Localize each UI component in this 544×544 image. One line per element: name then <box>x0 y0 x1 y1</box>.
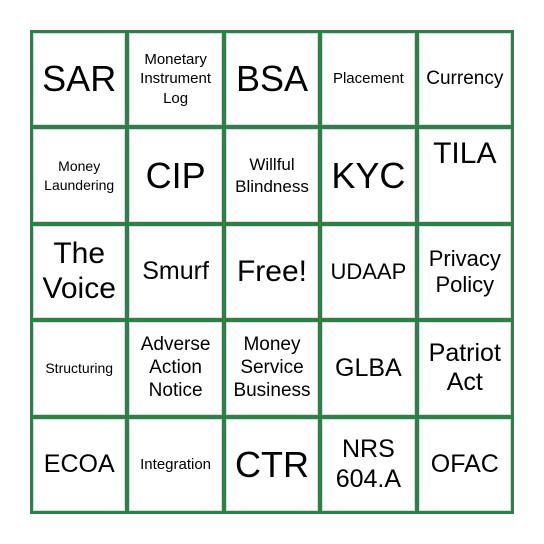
bingo-cell-nrs-604a[interactable]: NRS 604.A <box>322 418 415 511</box>
cell-label: Willful Blindness <box>235 154 309 196</box>
cell-label: Currency <box>426 67 504 89</box>
cell-label: BSA <box>235 58 309 100</box>
cell-label: CIP <box>145 154 206 196</box>
bingo-cell-integration[interactable]: Integration <box>129 418 222 511</box>
cell-label: Structuring <box>45 359 114 376</box>
cell-label: Integration <box>140 456 212 474</box>
bingo-cell-money-service-business[interactable]: Money Service Business <box>225 322 319 415</box>
cell-label: Patriot Act <box>428 338 501 397</box>
cell-label: Placement <box>332 70 404 88</box>
cell-label: ECOA <box>43 450 115 479</box>
bingo-cell-smurf[interactable]: Smurf <box>129 225 222 319</box>
bingo-cell-willful-blindness[interactable]: Willful Blindness <box>225 129 319 222</box>
cell-label: Smurf <box>142 257 209 286</box>
bingo-board: SAR Monetary Instrument Log BSA Placemen… <box>30 30 514 514</box>
bingo-cell-cip[interactable]: CIP <box>129 129 222 222</box>
bingo-cell-sar[interactable]: SAR <box>33 33 126 126</box>
bingo-cell-free-space[interactable]: Free! <box>225 225 319 319</box>
cell-label: Free! <box>236 254 307 288</box>
cell-label: OFAC <box>430 450 499 479</box>
cell-label: Monetary Instrument Log <box>140 50 212 107</box>
bingo-cell-glba[interactable]: GLBA <box>322 322 415 415</box>
bingo-cell-adverse-action-notice[interactable]: Adverse Action Notice <box>129 322 222 415</box>
cell-label: UDAAP <box>330 258 407 284</box>
cell-label: Money Service Business <box>233 334 311 401</box>
bingo-cell-kyc[interactable]: KYC <box>322 129 415 222</box>
bingo-cell-the-voice[interactable]: The Voice <box>33 225 126 319</box>
bingo-cell-patriot-act[interactable]: Patriot Act <box>418 322 511 415</box>
bingo-cell-tila[interactable]: TILA <box>418 129 511 222</box>
bingo-cell-bsa[interactable]: BSA <box>225 33 319 126</box>
cell-label: Adverse Action Notice <box>140 334 211 401</box>
cell-label: Money Laundering <box>44 157 115 193</box>
bingo-cell-udaap[interactable]: UDAAP <box>322 225 415 319</box>
bingo-cell-money-laundering[interactable]: Money Laundering <box>33 129 126 222</box>
bingo-cell-ofac[interactable]: OFAC <box>418 418 511 511</box>
cell-label: The Voice <box>42 237 116 305</box>
cell-label: CTR <box>234 443 309 485</box>
bingo-cell-placement[interactable]: Placement <box>322 33 415 126</box>
bingo-cell-structuring[interactable]: Structuring <box>33 322 126 415</box>
cell-label: GLBA <box>335 353 402 382</box>
bingo-cell-ctr[interactable]: CTR <box>225 418 319 511</box>
cell-label: Privacy Policy <box>428 245 501 297</box>
cell-label: SAR <box>42 58 117 100</box>
cell-label: NRS 604.A <box>335 435 402 493</box>
bingo-cell-ecoa[interactable]: ECOA <box>33 418 126 511</box>
bingo-cell-currency[interactable]: Currency <box>418 33 511 126</box>
cell-label: TILA <box>433 137 497 171</box>
cell-label: KYC <box>331 154 406 196</box>
bingo-cell-monetary-instrument-log[interactable]: Monetary Instrument Log <box>129 33 222 126</box>
bingo-cell-privacy-policy[interactable]: Privacy Policy <box>418 225 511 319</box>
